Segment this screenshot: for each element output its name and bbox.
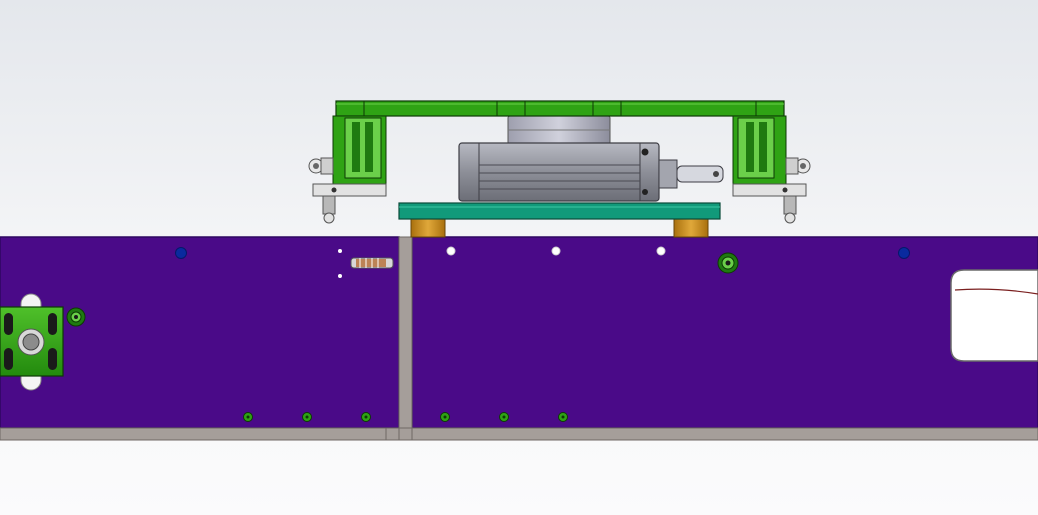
rotary-actuator-disc[interactable] <box>507 115 611 145</box>
top-green-bridge-bracket[interactable] <box>335 100 785 117</box>
sensor-spring <box>350 257 394 269</box>
teal-mounting-plate[interactable] <box>398 202 721 220</box>
cad-viewport[interactable] <box>0 0 1038 515</box>
brass-spacer-right[interactable] <box>673 218 709 238</box>
pneumatic-cylinder[interactable] <box>458 142 724 202</box>
right-gripper-bracket[interactable] <box>732 115 811 224</box>
bottom-rail[interactable] <box>0 427 1038 441</box>
blue-hole-right <box>898 247 910 259</box>
cutout-window[interactable] <box>950 269 1038 362</box>
cad-model-drawing[interactable] <box>0 0 1038 515</box>
left-gripper-bracket[interactable] <box>308 115 387 224</box>
vertical-post[interactable] <box>398 236 413 441</box>
blue-hole-left <box>175 247 187 259</box>
brass-spacer-left[interactable] <box>410 218 446 238</box>
green-fitting-right <box>717 252 739 274</box>
